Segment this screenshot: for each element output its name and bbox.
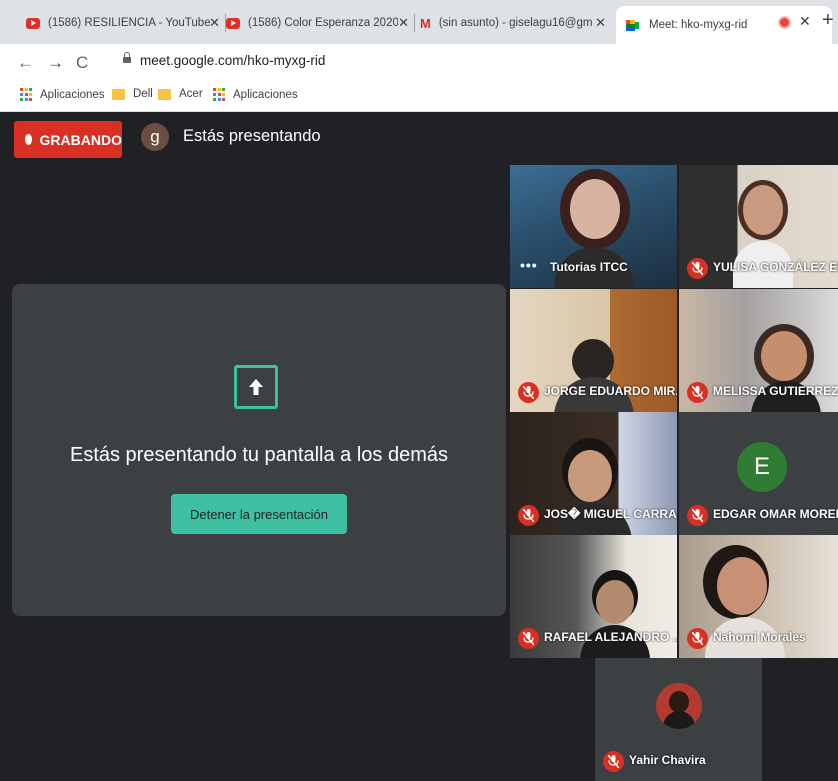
bookmark-item[interactable]: Dell xyxy=(112,88,153,100)
reload-icon[interactable]: C xyxy=(76,53,88,73)
presentation-card: Estás presentando tu pantalla a los demá… xyxy=(12,284,506,616)
avatar: g xyxy=(141,123,169,151)
mic-off-icon xyxy=(687,628,708,649)
youtube-icon xyxy=(226,17,240,29)
tab-title: (1586) RESILIENCIA - YouTube xyxy=(48,17,211,29)
bookmark-item[interactable]: Aplicaciones xyxy=(20,88,105,101)
avatar xyxy=(656,683,702,729)
recording-label: GRABANDO xyxy=(39,131,122,148)
folder-icon xyxy=(158,88,171,100)
mic-off-icon xyxy=(687,505,708,526)
tab-title: Meet: hko-myxg-rid xyxy=(649,19,748,31)
folder-icon xyxy=(112,88,125,100)
participant-name: EDGAR OMAR MOREN... xyxy=(713,507,838,521)
participant-name: Tutorias ITCC xyxy=(550,260,628,274)
participant-tile[interactable]: JOS� MIGUEL CARRA... xyxy=(510,412,677,535)
bookmark-label: Dell xyxy=(133,88,153,100)
back-arrow-icon[interactable]: ← xyxy=(17,53,34,73)
record-dot-icon xyxy=(25,134,32,145)
mic-off-icon xyxy=(518,505,539,526)
participant-name: Yahir Chavira xyxy=(629,753,706,767)
gmail-icon: M xyxy=(420,15,431,31)
mic-off-icon xyxy=(603,751,624,772)
participant-tile[interactable]: Nahomi Morales xyxy=(679,535,838,658)
presenting-message: Estás presentando tu pantalla a los demá… xyxy=(69,444,449,466)
bookmark-item[interactable]: Acer xyxy=(158,88,203,100)
close-tab-icon[interactable]: ✕ xyxy=(209,15,220,31)
participant-tile[interactable]: E EDGAR OMAR MOREN... xyxy=(679,412,838,535)
close-tab-icon[interactable]: ✕ xyxy=(398,15,409,31)
participant-tile[interactable]: Yahir Chavira xyxy=(595,658,762,781)
mic-off-icon xyxy=(687,382,708,403)
avatar: E xyxy=(737,442,787,492)
mic-off-icon xyxy=(687,258,708,279)
apps-grid-icon xyxy=(213,88,226,101)
participant-tile[interactable]: YULISA GONZÁLEZ ES... xyxy=(679,165,838,288)
participant-tile[interactable]: ••• Tutorias ITCC xyxy=(510,165,677,288)
close-tab-icon[interactable]: ✕ xyxy=(595,15,606,31)
participant-name: Nahomi Morales xyxy=(713,630,806,644)
participant-tile[interactable]: MELISSA GUTIERREZ ... xyxy=(679,289,838,412)
meet-call-area: GRABANDO g Estás presentando Estás prese… xyxy=(0,112,838,781)
close-tab-icon[interactable]: ✕ xyxy=(799,13,811,30)
more-options-icon[interactable]: ••• xyxy=(520,257,538,273)
browser-tab[interactable]: M (sin asunto) - giselagu16@gmail. ✕ xyxy=(420,8,612,38)
browser-tab[interactable]: (1586) RESILIENCIA - YouTube ✕ xyxy=(26,8,226,38)
participant-name: MELISSA GUTIERREZ ... xyxy=(713,384,838,398)
stop-presenting-button[interactable]: Detener la presentación xyxy=(171,494,347,534)
forward-arrow-icon[interactable]: → xyxy=(47,53,64,73)
mic-off-icon xyxy=(518,382,539,403)
lock-icon[interactable] xyxy=(123,52,131,63)
tab-title: (1586) Color Esperanza 2020 - Va xyxy=(248,17,398,29)
url-input[interactable]: meet.google.com/hko-myxg-rid xyxy=(140,53,325,68)
participant-name: YULISA GONZÁLEZ ES... xyxy=(713,260,838,274)
participant-name: JORGE EDUARDO MIR... xyxy=(544,384,677,398)
new-tab-icon[interactable]: + xyxy=(822,9,834,32)
participant-tile[interactable]: RAFAEL ALEJANDRO ... xyxy=(510,535,677,658)
participant-name: RAFAEL ALEJANDRO ... xyxy=(544,630,677,644)
tab-title: (sin asunto) - giselagu16@gmail. xyxy=(438,17,592,29)
bookmark-item[interactable]: Aplicaciones xyxy=(213,88,298,101)
browser-tab[interactable]: (1586) Color Esperanza 2020 - Va ✕ xyxy=(226,8,415,38)
presenting-label: Estás presentando xyxy=(183,127,321,145)
address-bar-row: ← → C meet.google.com/hko-myxg-rid xyxy=(0,44,838,80)
bookmarks-bar: Aplicaciones Dell Acer Aplicaciones xyxy=(0,80,838,112)
bookmark-label: Aplicaciones xyxy=(233,88,298,101)
bookmark-label: Acer xyxy=(179,88,203,100)
youtube-icon xyxy=(26,17,40,29)
participant-name: JOS� MIGUEL CARRA... xyxy=(544,507,677,521)
apps-grid-icon xyxy=(20,88,33,101)
mic-off-icon xyxy=(518,628,539,649)
bookmark-label: Aplicaciones xyxy=(40,88,105,101)
browser-tab-strip: (1586) RESILIENCIA - YouTube ✕ (1586) Co… xyxy=(0,0,838,44)
present-screen-icon xyxy=(234,365,278,409)
participant-tile[interactable]: JORGE EDUARDO MIR... xyxy=(510,289,677,412)
recording-indicator-icon xyxy=(780,18,789,27)
recording-badge[interactable]: GRABANDO xyxy=(14,121,122,158)
google-meet-icon xyxy=(626,19,639,31)
tab-divider xyxy=(414,14,415,32)
